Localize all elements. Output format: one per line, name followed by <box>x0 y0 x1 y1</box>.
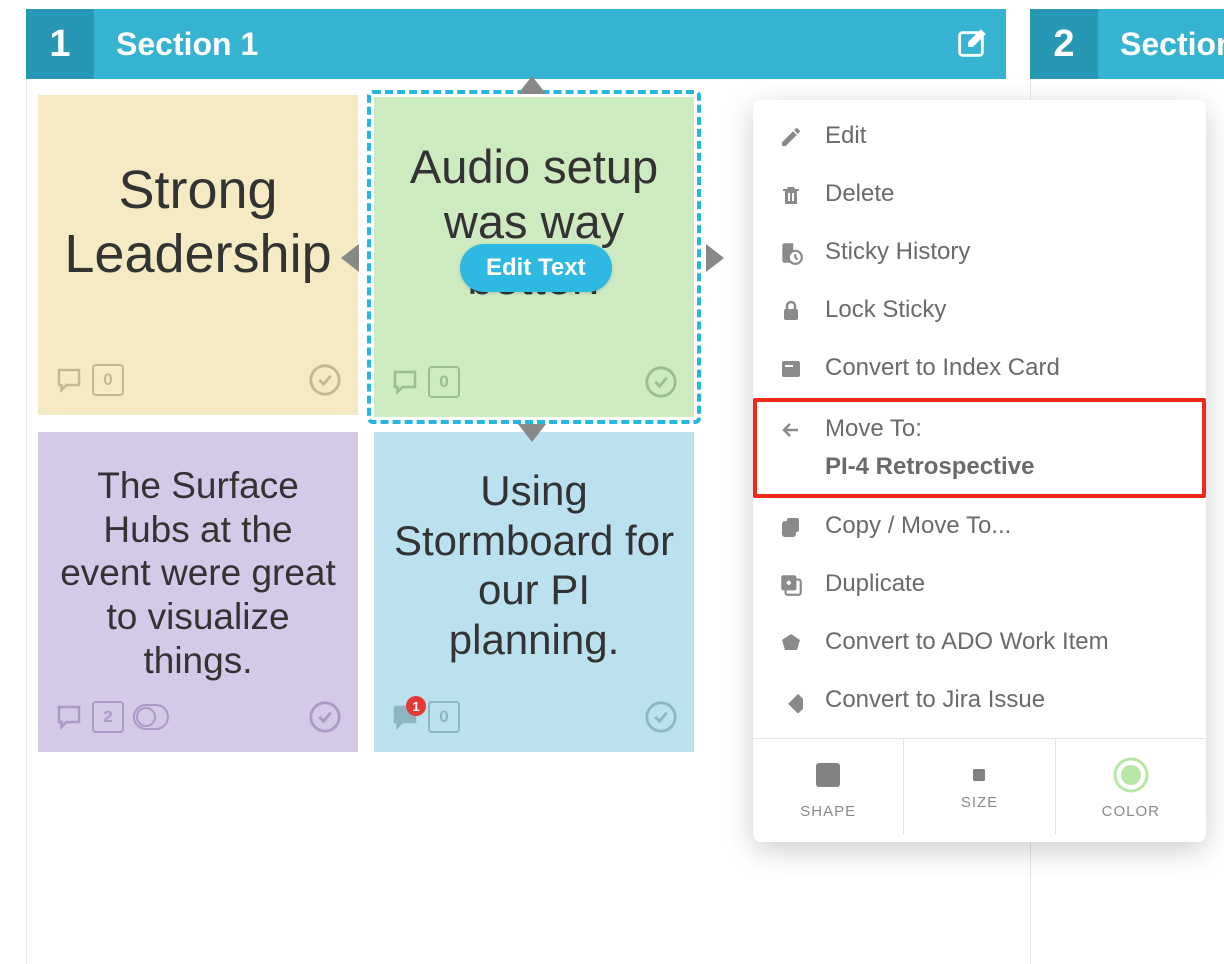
menu-label: Duplicate <box>825 569 1184 599</box>
move-left-arrow[interactable] <box>341 244 359 272</box>
menu-label: Move To: PI-4 Retrospective <box>825 414 1184 482</box>
assign-count[interactable]: 0 <box>428 701 460 733</box>
comment-icon[interactable] <box>390 367 420 397</box>
menu-history[interactable]: Sticky History <box>753 224 1206 282</box>
section-1-header[interactable]: 1 Section 1 <box>26 9 1006 79</box>
jira-icon <box>775 685 807 717</box>
menu-move-to[interactable]: Move To: PI-4 Retrospective <box>753 398 1206 498</box>
sticky-yellow[interactable]: Strong Leadership 0 <box>38 95 358 415</box>
section-2-number: 2 <box>1030 9 1098 79</box>
move-down-arrow[interactable] <box>518 424 546 442</box>
duplicate-icon <box>775 569 807 601</box>
comment-icon[interactable] <box>54 365 84 395</box>
move-right-arrow[interactable] <box>706 244 724 272</box>
assign-count[interactable]: 2 <box>92 701 124 733</box>
assign-count[interactable]: 0 <box>92 364 124 396</box>
sticky-text: Using Stormboard for our PI planning. <box>392 466 676 664</box>
menu-duplicate[interactable]: Duplicate <box>753 556 1206 614</box>
history-icon <box>775 237 807 269</box>
color-button[interactable]: COLOR <box>1056 739 1206 834</box>
menu-label: Lock Sticky <box>825 295 1184 325</box>
menu-lock[interactable]: Lock Sticky <box>753 282 1206 340</box>
menu-convert-jira[interactable]: Convert to Jira Issue <box>753 672 1206 730</box>
menu-label: Convert to Index Card <box>825 353 1184 383</box>
context-menu: Edit Delete Sticky History Lock Sticky C… <box>753 100 1206 842</box>
menu-delete[interactable]: Delete <box>753 166 1206 224</box>
notification-badge: 1 <box>406 696 426 716</box>
menu-label: Edit <box>825 121 1184 151</box>
small-square-icon <box>970 766 988 784</box>
color-label: COLOR <box>1102 803 1160 820</box>
menu-convert-ado[interactable]: Convert to ADO Work Item <box>753 614 1206 672</box>
check-icon[interactable] <box>308 363 342 397</box>
size-button[interactable]: SIZE <box>904 739 1055 834</box>
comment-icon[interactable] <box>54 702 84 732</box>
check-icon[interactable] <box>644 700 678 734</box>
shape-label: SHAPE <box>800 803 856 820</box>
menu-label: Copy / Move To... <box>825 511 1184 541</box>
color-swatch-icon <box>1113 757 1149 793</box>
menu-convert-index[interactable]: Convert to Index Card <box>753 340 1206 398</box>
sticky-text: The Surface Hubs at the event were great… <box>56 464 340 682</box>
menu-label: Convert to ADO Work Item <box>825 627 1184 657</box>
arrow-left-icon <box>775 414 807 446</box>
shape-button[interactable]: SHAPE <box>753 739 904 834</box>
menu-label: Delete <box>825 179 1184 209</box>
section-1-number: 1 <box>26 9 94 79</box>
section-1-title: Section 1 <box>94 26 258 63</box>
size-label: SIZE <box>961 794 998 811</box>
sticky-text: Strong Leadership <box>56 159 340 286</box>
section-2-title: Section 2 <box>1098 26 1224 63</box>
move-to-target: PI-4 Retrospective <box>825 452 1184 482</box>
menu-edit[interactable]: Edit <box>753 108 1206 166</box>
edit-section-icon[interactable] <box>952 25 990 63</box>
context-menu-footer: SHAPE SIZE COLOR <box>753 738 1206 834</box>
lock-icon <box>775 295 807 327</box>
move-up-arrow[interactable] <box>518 76 546 94</box>
edit-text-pill[interactable]: Edit Text <box>460 244 612 292</box>
check-icon[interactable] <box>308 700 342 734</box>
menu-label: Convert to Jira Issue <box>825 685 1184 715</box>
square-icon <box>810 757 846 793</box>
menu-label: Sticky History <box>825 237 1184 267</box>
trash-icon <box>775 179 807 211</box>
sticky-purple[interactable]: The Surface Hubs at the event were great… <box>38 432 358 752</box>
card-icon <box>775 353 807 385</box>
pencil-icon <box>775 121 807 153</box>
assign-count[interactable]: 0 <box>428 366 460 398</box>
menu-copy-move[interactable]: Copy / Move To... <box>753 498 1206 556</box>
sticky-blue[interactable]: Using Stormboard for our PI planning. 1 … <box>374 432 694 752</box>
comment-icon[interactable]: 1 <box>390 702 420 732</box>
check-icon[interactable] <box>644 365 678 399</box>
viewport: { "sections":[ {"number":"1","title":"Se… <box>0 0 1224 964</box>
section-2-header[interactable]: 2 Section 2 <box>1030 9 1224 79</box>
toggle-icon[interactable] <box>132 703 170 731</box>
ado-icon <box>775 627 807 659</box>
copy-icon <box>775 511 807 543</box>
